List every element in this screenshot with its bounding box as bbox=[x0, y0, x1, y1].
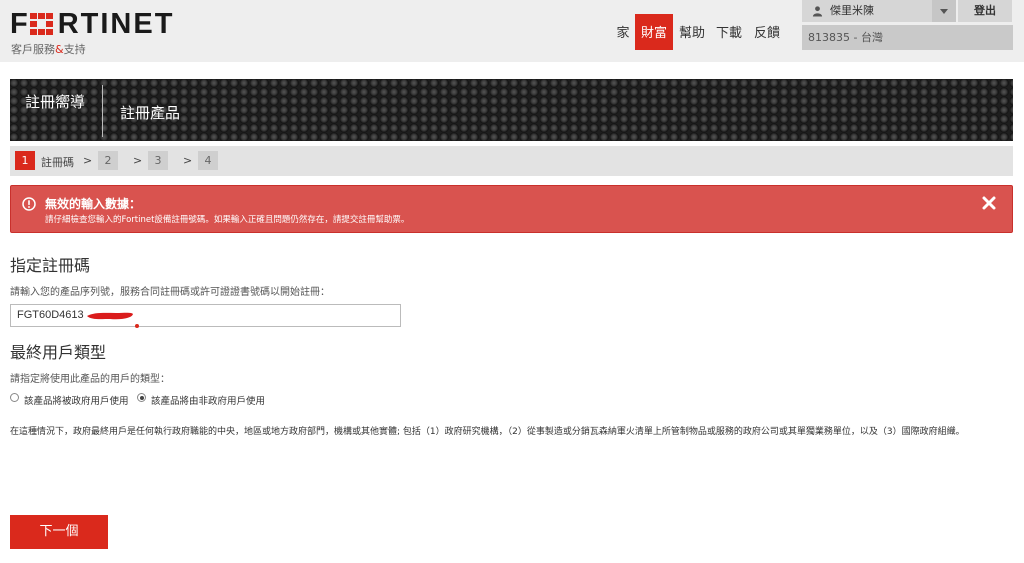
registration-code-hint: 請輸入您的產品序列號，服務合同註冊碼或許可證證書號碼以開始註冊： bbox=[10, 287, 330, 298]
registration-code-input[interactable]: FGT60D4613 bbox=[10, 304, 401, 327]
nav-help[interactable]: 幫助 bbox=[677, 14, 707, 50]
government-definition-note: 在這種情況下，政府最終用戶是任何執行政府職能的中央，地區或地方政府部門，機構或其… bbox=[10, 427, 965, 437]
end-user-type-heading: 最終用戶類型 bbox=[10, 343, 107, 362]
step-separator: > bbox=[83, 154, 93, 167]
redaction-dot bbox=[135, 324, 139, 328]
radio-government-user[interactable] bbox=[10, 393, 19, 402]
nav-assets[interactable]: 財富 bbox=[635, 14, 673, 50]
nav-feedback[interactable]: 反饋 bbox=[752, 14, 782, 50]
nav-home[interactable]: 家 bbox=[614, 14, 632, 50]
wizard-steps: 1 註冊碼 > 2 > 3 > 4 bbox=[10, 146, 1013, 176]
banner-divider bbox=[102, 85, 103, 137]
nav-download[interactable]: 下載 bbox=[714, 14, 744, 50]
banner-subtitle: 註冊產品 bbox=[120, 104, 181, 122]
banner-title: 註冊嚮導 bbox=[25, 93, 86, 111]
step-separator: > bbox=[183, 154, 193, 167]
next-button[interactable]: 下一個 bbox=[10, 515, 108, 549]
account-selector[interactable]: 813835 - 台灣 bbox=[802, 25, 1013, 50]
alert-title: 無效的輸入數據： bbox=[45, 197, 142, 211]
exclamation-circle-icon bbox=[22, 197, 36, 211]
radio-non-government-user[interactable] bbox=[137, 393, 146, 402]
page-banner: 註冊嚮導 註冊產品 bbox=[10, 79, 1013, 141]
step-separator: > bbox=[133, 154, 143, 167]
step-3: 3 bbox=[148, 151, 168, 170]
step-1: 1 bbox=[15, 151, 35, 170]
fortinet-logo-icon bbox=[29, 13, 54, 35]
radio-government-user-label[interactable]: 該產品將被政府用戶使用 bbox=[24, 393, 129, 407]
user-dropdown[interactable]: 傑里米陳 bbox=[802, 0, 956, 22]
fortinet-logo[interactable]: F RTINET bbox=[10, 8, 174, 41]
chevron-down-icon[interactable] bbox=[932, 0, 956, 22]
step-2: 2 bbox=[98, 151, 118, 170]
top-header: F RTINET 客戶服務&支持 家 財富 幫助 下載 反饋 傑里米陳 登出 8… bbox=[0, 0, 1024, 62]
radio-non-government-user-label[interactable]: 該產品將由非政府用戶使用 bbox=[151, 393, 265, 407]
step-1-label: 註冊碼 bbox=[41, 156, 74, 169]
redaction-mark bbox=[87, 312, 133, 320]
registration-code-heading: 指定註冊碼 bbox=[10, 256, 91, 275]
logo-subtitle: 客戶服務&支持 bbox=[11, 43, 86, 56]
step-4: 4 bbox=[198, 151, 218, 170]
user-icon bbox=[812, 6, 823, 17]
user-name: 傑里米陳 bbox=[830, 4, 874, 17]
error-alert: 無效的輸入數據： 請仔細檢查您輸入的Fortinet設備註冊號碼。如果輸入正確且… bbox=[10, 185, 1013, 233]
alert-message: 請仔細檢查您輸入的Fortinet設備註冊號碼。如果輸入正確且問題仍然存在，請提… bbox=[45, 215, 410, 225]
end-user-type-hint: 請指定將使用此產品的用戶的類型： bbox=[10, 374, 170, 385]
logout-button[interactable]: 登出 bbox=[958, 0, 1012, 22]
close-icon[interactable] bbox=[981, 195, 997, 211]
